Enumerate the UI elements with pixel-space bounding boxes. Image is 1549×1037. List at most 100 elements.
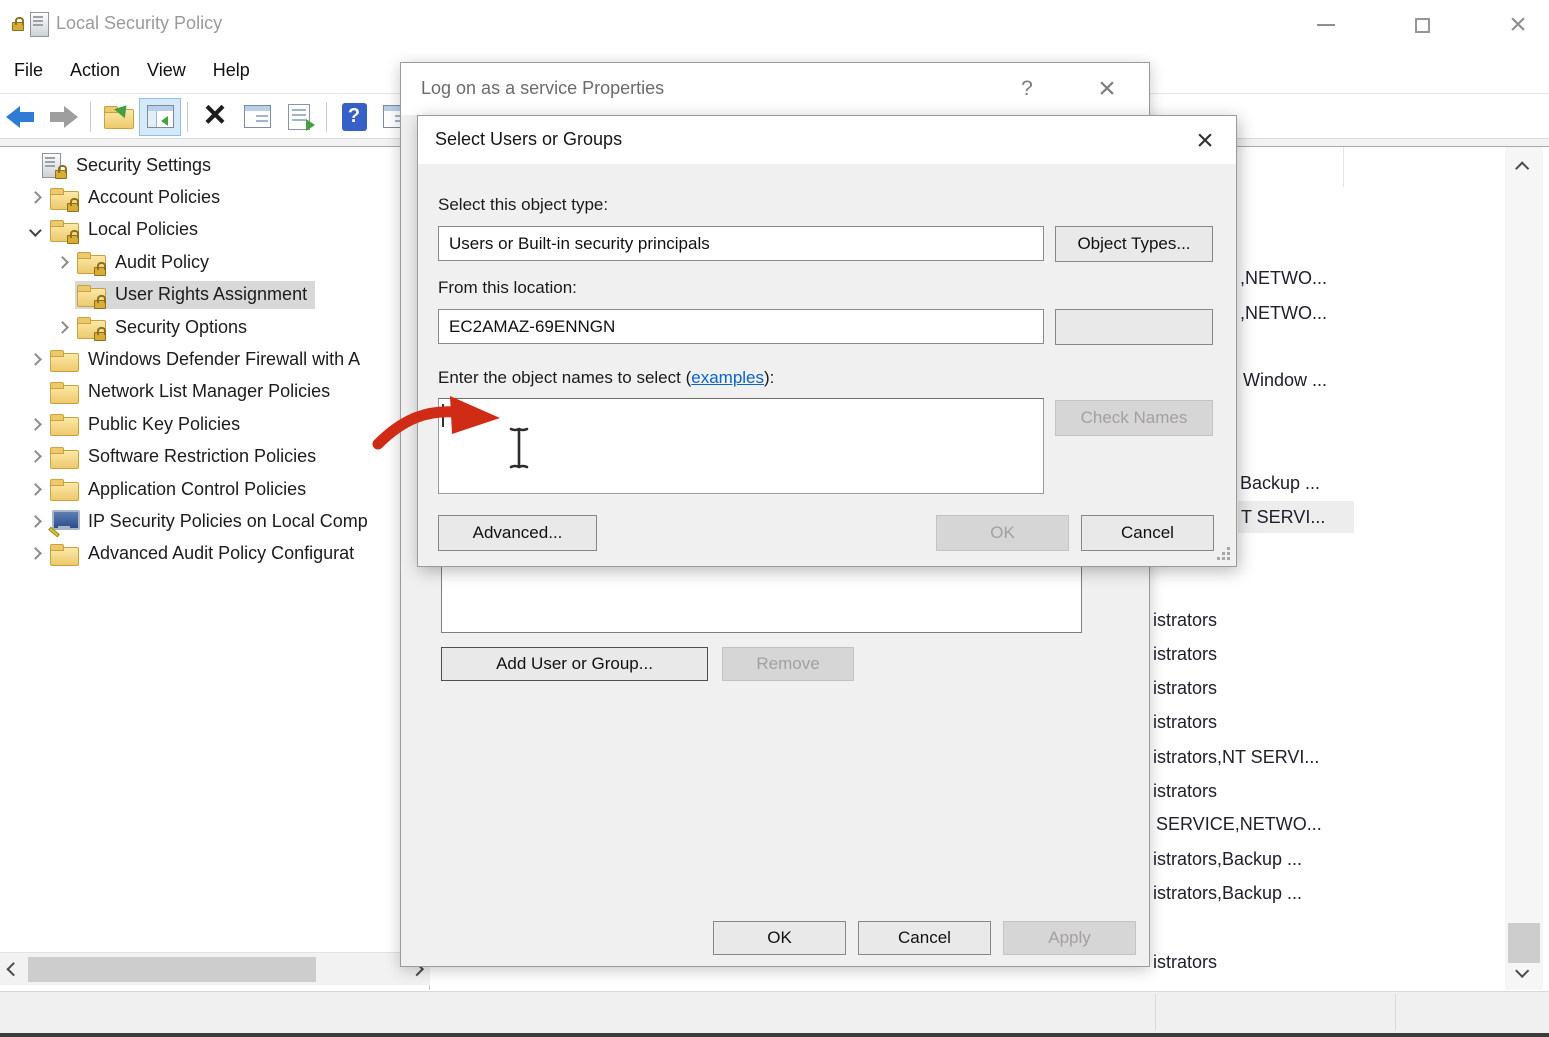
chevron-right-icon[interactable] — [29, 191, 41, 203]
examples-link[interactable]: examples — [691, 368, 764, 387]
horizontal-scrollbar-thumb[interactable] — [28, 957, 316, 982]
resize-grip[interactable] — [1217, 547, 1231, 561]
folder-icon — [50, 348, 81, 372]
menu-help[interactable]: Help — [213, 60, 250, 81]
delete-button[interactable]: × — [194, 98, 236, 136]
screen-bottom-edge — [0, 1033, 1549, 1037]
expander[interactable] — [22, 505, 48, 537]
expander[interactable] — [22, 181, 48, 213]
list-row[interactable]: T SERVI... — [1238, 501, 1354, 533]
scroll-left-icon[interactable] — [6, 962, 21, 977]
chevron-right-icon[interactable] — [29, 515, 41, 527]
expander[interactable] — [49, 311, 75, 343]
tree-item-security-settings[interactable]: Security Settings — [0, 149, 429, 181]
list-row[interactable]: istrators — [1153, 946, 1217, 978]
export-list-button[interactable] — [278, 98, 320, 136]
list-row[interactable]: ,NETWO... — [1240, 262, 1327, 294]
dialog-help-button[interactable]: ? — [1007, 71, 1047, 107]
toolbar-separator — [90, 102, 91, 132]
expander[interactable] — [22, 343, 48, 375]
forward-button[interactable] — [42, 98, 84, 136]
tree-item-network-list-manager-policies[interactable]: Network List Manager Policies — [0, 376, 429, 408]
scroll-down-icon[interactable] — [1515, 963, 1530, 978]
chevron-right-icon[interactable] — [29, 483, 41, 495]
add-user-or-group-button[interactable]: Add User or Group... — [441, 647, 708, 681]
chevron-right-icon[interactable] — [29, 548, 41, 560]
expander[interactable] — [22, 408, 48, 440]
tree-item-application-control-policies[interactable]: Application Control Policies — [0, 473, 429, 505]
list-row[interactable]: istrators — [1153, 604, 1217, 636]
dialog-close-button[interactable]: × — [1183, 122, 1227, 160]
delete-icon: × — [204, 96, 226, 134]
locations-button[interactable] — [1055, 309, 1213, 345]
root-icon — [38, 153, 69, 177]
tree-item-advanced-audit-policy-configurat[interactable]: Advanced Audit Policy Configurat — [0, 538, 429, 570]
expander[interactable] — [22, 473, 48, 505]
minimize-button[interactable] — [1309, 10, 1343, 40]
scroll-up-icon[interactable] — [1515, 161, 1530, 176]
chevron-right-icon[interactable] — [56, 256, 68, 268]
ok-button[interactable]: OK — [713, 921, 846, 955]
dialog-titlebar: Log on as a service Properties ? × — [401, 63, 1149, 115]
chevron-right-icon[interactable] — [29, 353, 41, 365]
menu-action[interactable]: Action — [70, 60, 120, 81]
list-row[interactable]: SERVICE,NETWO... — [1156, 808, 1322, 840]
list-row[interactable]: Backup ... — [1240, 467, 1320, 499]
list-row[interactable]: istrators — [1153, 672, 1217, 704]
vertical-scrollbar[interactable] — [1505, 147, 1543, 990]
list-row[interactable]: istrators,Backup ... — [1153, 877, 1302, 909]
close-button[interactable]: × — [1501, 10, 1535, 40]
properties-button[interactable] — [236, 98, 278, 136]
tree-item-label: Software Restriction Policies — [88, 446, 316, 467]
show-console-tree-button[interactable] — [139, 98, 181, 136]
chevron-right-icon[interactable] — [29, 418, 41, 430]
tree-item-local-policies[interactable]: Local Policies — [0, 214, 429, 246]
list-row[interactable]: ,NETWO... — [1240, 297, 1327, 329]
expander[interactable] — [49, 246, 75, 278]
up-one-level-button[interactable] — [97, 98, 139, 136]
folder-icon — [50, 380, 81, 404]
horizontal-scrollbar[interactable] — [0, 952, 430, 985]
assigned-users-listbox[interactable] — [441, 561, 1082, 633]
location-field[interactable]: EC2AMAZ-69ENNGN — [438, 309, 1044, 344]
chevron-right-icon[interactable] — [29, 450, 41, 462]
tree-item-public-key-policies[interactable]: Public Key Policies — [0, 408, 429, 440]
list-row[interactable]: istrators — [1153, 638, 1217, 670]
cancel-button[interactable]: Cancel — [858, 921, 991, 955]
menu-file[interactable]: File — [14, 60, 43, 81]
toolbar-separator — [326, 102, 327, 132]
expander[interactable] — [22, 538, 48, 570]
tree-item-ip-security-policies-on-local-comp[interactable]: IP Security Policies on Local Comp — [0, 505, 429, 537]
dialog-titlebar: Select Users or Groups — [418, 116, 1236, 164]
cancel-button[interactable]: Cancel — [1081, 515, 1214, 551]
tree-item-user-rights-assignment[interactable]: User Rights Assignment — [0, 279, 429, 311]
list-row[interactable]: istrators,NT SERVI... — [1153, 741, 1319, 773]
chevron-down-icon[interactable] — [29, 224, 41, 236]
list-row[interactable]: istrators,Backup ... — [1153, 843, 1302, 875]
advanced-button[interactable]: Advanced... — [438, 515, 597, 551]
tree-item-security-options[interactable]: Security Options — [0, 311, 429, 343]
chevron-right-icon[interactable] — [56, 321, 68, 333]
object-types-button[interactable]: Object Types... — [1055, 226, 1213, 262]
menu-view[interactable]: View — [147, 60, 186, 81]
help-button[interactable]: ? — [333, 98, 375, 136]
export-list-icon — [288, 104, 310, 130]
tree-item-label: Windows Defender Firewall with A — [88, 349, 360, 370]
tree-item-account-policies[interactable]: Account Policies — [0, 181, 429, 213]
tree-item-windows-defender-firewall-with-a[interactable]: Windows Defender Firewall with A — [0, 343, 429, 375]
object-names-input[interactable] — [438, 398, 1044, 494]
object-type-field[interactable]: Users or Built-in security principals — [438, 226, 1044, 261]
list-row[interactable]: Window ... — [1243, 364, 1327, 396]
dialog-close-button[interactable]: × — [1087, 71, 1127, 107]
vertical-scrollbar-thumb[interactable] — [1508, 923, 1540, 963]
list-row[interactable]: istrators — [1153, 706, 1217, 738]
tree-item-label: Application Control Policies — [88, 479, 306, 500]
tree-item-audit-policy[interactable]: Audit Policy — [0, 246, 429, 278]
maximize-button[interactable] — [1405, 10, 1439, 40]
expander[interactable] — [22, 214, 48, 246]
folder-lock-icon — [77, 250, 108, 274]
tree-item-software-restriction-policies[interactable]: Software Restriction Policies — [0, 441, 429, 473]
expander[interactable] — [22, 441, 48, 473]
back-button[interactable] — [0, 98, 42, 136]
list-row[interactable]: istrators — [1153, 775, 1217, 807]
